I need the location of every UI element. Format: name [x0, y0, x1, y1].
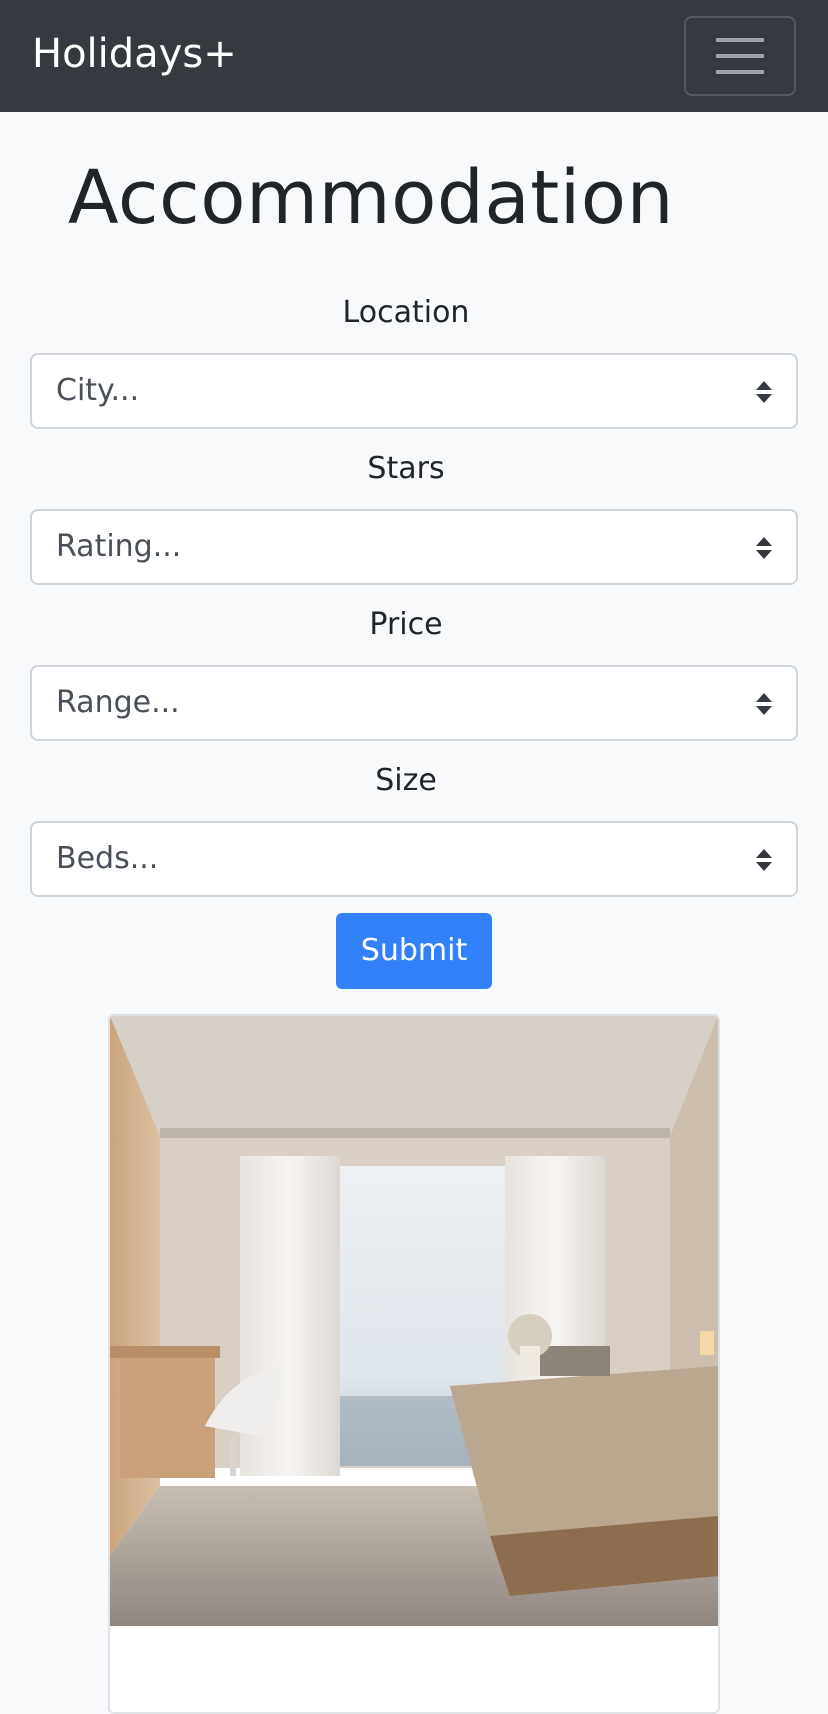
stars-select-value: Rating... — [56, 529, 182, 564]
hamburger-menu-icon — [716, 38, 764, 42]
price-select-value: Range... — [56, 685, 180, 720]
location-select[interactable]: City... — [30, 353, 798, 429]
price-label: Price — [369, 607, 443, 642]
price-select[interactable]: Range... — [30, 665, 798, 741]
select-arrows-icon — [756, 693, 772, 715]
select-arrows-icon — [756, 537, 772, 559]
navbar-brand[interactable]: Holidays+ — [32, 28, 237, 80]
navbar-toggler-button[interactable] — [684, 16, 796, 96]
location-select-value: City... — [56, 373, 140, 408]
navbar: Holidays+ — [0, 0, 828, 112]
size-label: Size — [375, 763, 437, 798]
accommodation-card[interactable] — [108, 1014, 720, 1714]
hotel-room-image — [110, 1016, 718, 1626]
location-label: Location — [342, 295, 470, 330]
page-title: Accommodation — [68, 155, 674, 241]
stars-label: Stars — [367, 451, 445, 486]
select-arrows-icon — [756, 849, 772, 871]
size-select-value: Beds... — [56, 841, 159, 876]
select-arrows-icon — [756, 381, 772, 403]
submit-button[interactable]: Submit — [336, 913, 492, 989]
stars-select[interactable]: Rating... — [30, 509, 798, 585]
hamburger-menu-icon-bar — [716, 54, 764, 58]
hamburger-menu-icon-bar — [716, 70, 764, 74]
size-select[interactable]: Beds... — [30, 821, 798, 897]
